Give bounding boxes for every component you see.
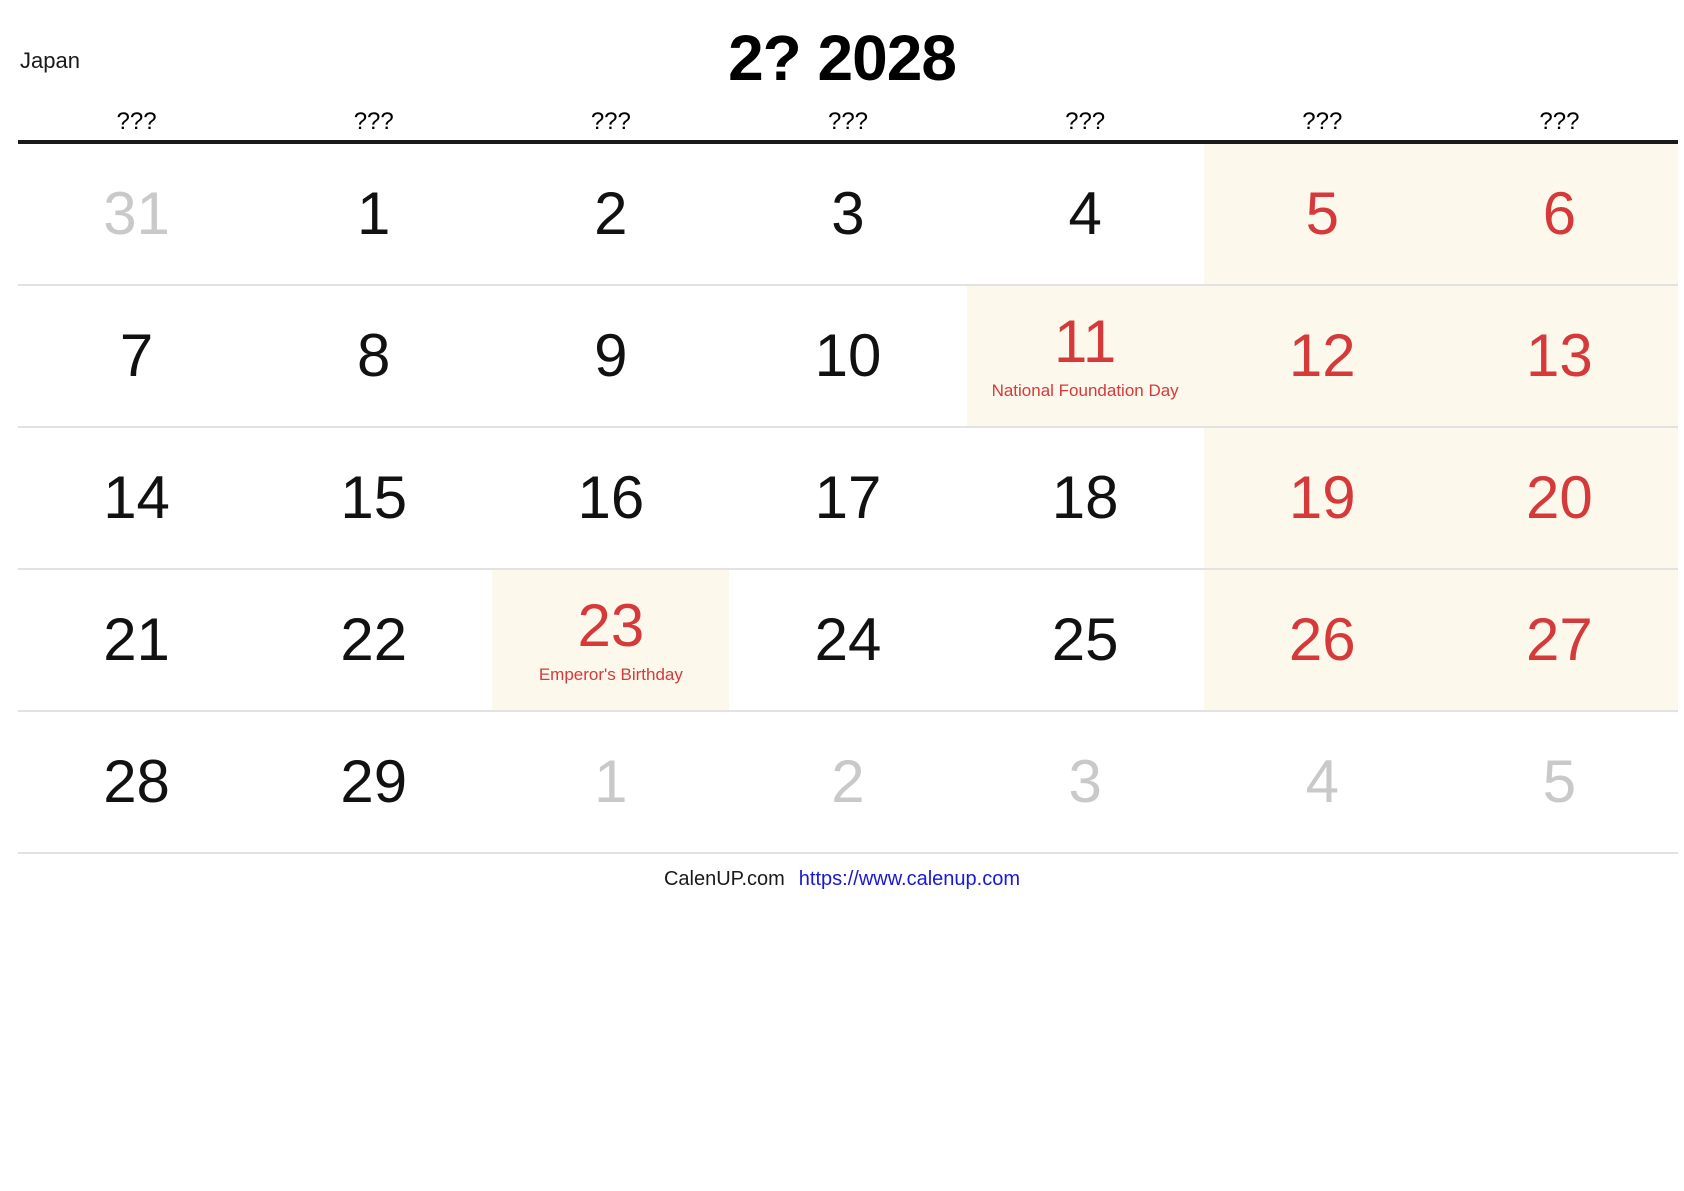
calendar-day-cell[interactable]: 9 [492, 286, 729, 426]
calendar-day-cell[interactable]: 17 [729, 428, 966, 568]
day-number: 11 [1053, 307, 1117, 375]
calendar-day-cell[interactable]: 4 [967, 144, 1204, 284]
calendar-day-cell[interactable]: 1 [492, 712, 729, 852]
calendar-day-cell[interactable]: 14 [18, 428, 255, 568]
weekday-header-friday: ??? [1302, 108, 1343, 135]
calendar-day-cell[interactable]: 29 [255, 712, 492, 852]
calendar-day-cell[interactable]: 31 [18, 144, 255, 284]
footer: CalenUP.com https://www.calenup.com [0, 868, 1684, 891]
day-number: 23 [577, 591, 645, 659]
day-number: 6 [1542, 180, 1577, 247]
day-number: 29 [340, 748, 408, 815]
day-number: 21 [103, 606, 170, 673]
calendar-day-cell[interactable]: 15 [255, 428, 492, 568]
day-number: 15 [340, 464, 408, 531]
calendar-day-cell[interactable]: 24 [729, 570, 966, 710]
calendar-day-cell[interactable]: 13 [1440, 286, 1678, 426]
day-number: 4 [1305, 748, 1339, 815]
weekday-header-wednesday: ??? [827, 108, 869, 135]
day-number: 28 [103, 748, 170, 815]
calendar-day-cell[interactable]: 25 [967, 570, 1204, 710]
day-number: 20 [1526, 464, 1593, 531]
calendar-week-row: 21 22 23 Emperor's Birthday 24 25 26 27 [18, 570, 1678, 712]
holiday-label: National Foundation Day [991, 380, 1179, 400]
day-number: 4 [1068, 180, 1102, 247]
day-number: 5 [1542, 748, 1577, 815]
weekday-header-tuesday: ??? [590, 108, 631, 135]
day-number: 1 [594, 748, 628, 815]
weekday-header-thursday: ??? [1065, 108, 1106, 135]
day-number: 17 [814, 464, 882, 531]
calendar-page: Japan 2? 2028 ??? ??? ??? ??? ??? ??? ??… [0, 0, 1684, 1191]
calendar-day-cell[interactable]: 7 [18, 286, 255, 426]
calendar-day-cell[interactable]: 8 [255, 286, 492, 426]
calendar-day-cell[interactable]: 22 [255, 570, 492, 710]
calendar-day-cell[interactable]: 21 [18, 570, 255, 710]
calendar-day-cell[interactable]: 19 [1203, 428, 1441, 568]
calendar-header: Japan 2? 2028 [0, 0, 1684, 104]
weekday-header-saturday: ??? [1539, 108, 1580, 135]
day-number: 8 [357, 322, 391, 389]
calendar-day-cell[interactable]: 3 [729, 144, 966, 284]
calendar-day-cell[interactable]: 4 [1204, 712, 1441, 852]
day-number: 19 [1288, 464, 1356, 531]
calendar-day-cell[interactable]: 16 [492, 428, 729, 568]
calendar-day-cell[interactable]: 2 [492, 144, 729, 284]
calendar-day-cell[interactable]: 10 [729, 286, 966, 426]
calendar-week-row: 28 29 1 2 3 4 5 [18, 712, 1678, 854]
day-number: 13 [1526, 322, 1593, 389]
calendar-day-cell[interactable]: 11 National Foundation Day [966, 286, 1204, 426]
day-number: 2 [831, 748, 865, 815]
day-number: 14 [103, 464, 170, 531]
page-title: 2? 2028 [728, 22, 957, 94]
day-number: 10 [814, 322, 882, 389]
day-number: 27 [1526, 606, 1593, 673]
calendar-day-cell[interactable]: 26 [1203, 570, 1441, 710]
calendar-week-row: 31 1 2 3 4 5 6 [18, 144, 1678, 286]
weekday-header-row: ??? ??? ??? ??? ??? ??? ??? [18, 104, 1678, 140]
calendar-grid: ??? ??? ??? ??? ??? ??? ??? 31 1 2 3 4 5 6 7 8 9 1… [18, 104, 1678, 854]
day-number: 22 [340, 606, 408, 673]
weekday-header-sunday: ??? [116, 108, 157, 135]
footer-url-link[interactable]: https://www.calenup.com [799, 868, 1020, 891]
calendar-day-cell[interactable]: 1 [255, 144, 492, 284]
day-number: 26 [1288, 606, 1356, 673]
day-number: 7 [119, 322, 154, 389]
calendar-day-cell[interactable]: 2 [729, 712, 966, 852]
day-number: 18 [1051, 464, 1119, 531]
day-number: 3 [1068, 748, 1102, 815]
calendar-week-row: 7 8 9 10 11 National Foundation Day 12 13 [18, 286, 1678, 428]
weekday-header-monday: ??? [353, 108, 394, 135]
day-number: 25 [1051, 606, 1119, 673]
holiday-label: Emperor's Birthday [538, 664, 683, 684]
calendar-day-cell[interactable]: 27 [1440, 570, 1678, 710]
calendar-day-cell[interactable]: 12 [1203, 286, 1441, 426]
calendar-day-cell[interactable]: 20 [1440, 428, 1678, 568]
calendar-day-cell[interactable]: 6 [1440, 144, 1678, 284]
day-number: 5 [1305, 180, 1339, 247]
day-number: 2 [594, 180, 628, 247]
calendar-day-cell[interactable]: 28 [18, 712, 255, 852]
calendar-weeks: 31 1 2 3 4 5 6 7 8 9 10 11 National Foundation Day 12… [18, 144, 1678, 854]
day-number: 1 [357, 180, 391, 247]
calendar-day-cell[interactable]: 23 Emperor's Birthday [492, 570, 730, 710]
calendar-week-row: 14 15 16 17 18 19 20 [18, 428, 1678, 570]
footer-brand: CalenUP.com [663, 868, 785, 890]
day-number: 16 [577, 464, 645, 531]
day-number: 31 [103, 180, 170, 247]
day-number: 9 [594, 322, 628, 389]
calendar-day-cell[interactable]: 5 [1203, 144, 1441, 284]
calendar-day-cell[interactable]: 18 [967, 428, 1204, 568]
day-number: 12 [1288, 322, 1356, 389]
calendar-day-cell[interactable]: 5 [1441, 712, 1678, 852]
day-number: 24 [814, 606, 882, 673]
calendar-day-cell[interactable]: 3 [967, 712, 1204, 852]
day-number: 3 [831, 180, 865, 247]
